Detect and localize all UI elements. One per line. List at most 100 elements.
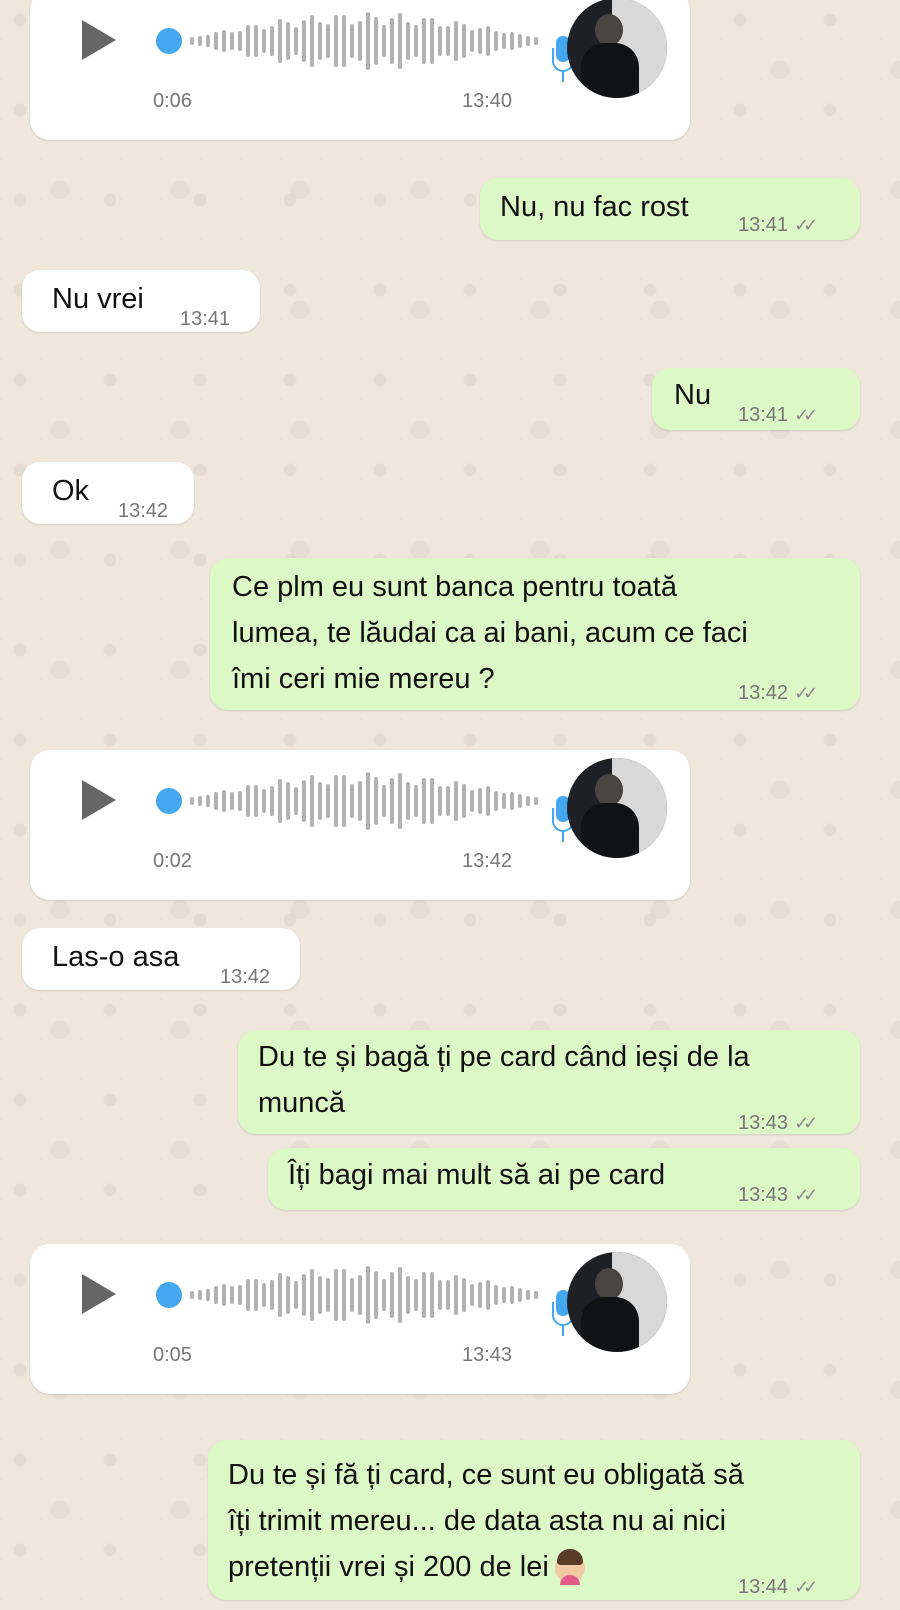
message-text: Îți bagi mai mult să ai pe card — [288, 1159, 666, 1191]
waveform-bar — [206, 1289, 210, 1301]
play-icon[interactable] — [82, 780, 116, 820]
message-meta: 13:41 — [180, 296, 230, 342]
message-time: 13:41 — [180, 308, 231, 330]
message-time: 13:43 — [462, 1344, 513, 1366]
voice-message[interactable]: 0:06 13:40 — [30, 0, 690, 140]
audio-waveform[interactable] — [190, 6, 550, 76]
waveform-bar — [222, 790, 226, 812]
audio-waveform[interactable] — [190, 1260, 550, 1330]
waveform-bar — [198, 795, 202, 807]
audio-waveform[interactable] — [190, 766, 550, 836]
waveform-bar — [430, 777, 434, 825]
waveform-bar — [238, 30, 242, 52]
playback-slider-handle[interactable] — [156, 28, 182, 54]
double-check-icon: ✓✓ — [794, 1113, 818, 1133]
voice-duration: 0:06 — [153, 90, 192, 112]
outgoing-message[interactable]: Nu 13:41 ✓✓ — [652, 368, 860, 430]
waveform-bar — [446, 1279, 450, 1311]
waveform-bar — [222, 30, 226, 52]
message-text: Nu, nu fac rost — [500, 191, 689, 223]
waveform-bar — [358, 20, 362, 62]
voice-message[interactable]: 0:05 13:43 — [30, 1244, 690, 1394]
message-text: Las-o asa — [52, 941, 180, 973]
waveform-bar — [534, 37, 538, 45]
outgoing-message[interactable]: Du te și fă ți card, ce sunt eu obligată… — [208, 1440, 860, 1600]
waveform-bar — [518, 1287, 522, 1303]
waveform-bar — [366, 1266, 370, 1324]
waveform-bar — [222, 1284, 226, 1306]
waveform-bar — [390, 18, 394, 64]
waveform-bar — [270, 785, 274, 817]
waveform-bar — [286, 1276, 290, 1314]
waveform-bar — [334, 14, 338, 68]
waveform-bar — [214, 792, 218, 810]
double-check-icon: ✓✓ — [794, 1185, 818, 1205]
waveform-bar — [438, 786, 442, 816]
waveform-bar — [398, 773, 402, 829]
waveform-bar — [254, 24, 258, 58]
message-time: 13:44 — [738, 1576, 789, 1598]
waveform-bar — [302, 779, 306, 823]
waveform-bar — [438, 26, 442, 56]
waveform-bar — [294, 786, 298, 816]
waveform-bar — [502, 33, 506, 49]
waveform-bar — [462, 1278, 466, 1312]
waveform-bar — [334, 1268, 338, 1322]
incoming-message[interactable]: Ok 13:42 — [22, 462, 194, 524]
message-text-line: îți trimit mereu... de data asta nu ai n… — [228, 1505, 727, 1537]
waveform-bar — [462, 784, 466, 818]
waveform-bar — [350, 23, 354, 59]
waveform-bar — [198, 1289, 202, 1301]
waveform-bar — [430, 1271, 434, 1319]
waveform-bar — [430, 17, 434, 65]
outgoing-message[interactable]: Ce plm eu sunt banca pentru toată lumea,… — [210, 558, 860, 710]
message-time: 13:40 — [462, 90, 513, 112]
waveform-bar — [270, 1279, 274, 1311]
waveform-bar — [278, 779, 282, 823]
waveform-bar — [326, 784, 330, 818]
waveform-bar — [318, 22, 322, 60]
waveform-bar — [526, 35, 530, 47]
waveform-bar — [526, 795, 530, 807]
waveform-bar — [294, 1280, 298, 1310]
waveform-bar — [382, 24, 386, 58]
waveform-bar — [510, 32, 514, 50]
outgoing-message[interactable]: Nu, nu fac rost 13:41 ✓✓ — [480, 178, 860, 240]
waveform-bar — [374, 1271, 378, 1319]
waveform-bar — [254, 1278, 258, 1312]
waveform-bar — [374, 17, 378, 65]
voice-message[interactable]: 0:02 13:42 — [30, 750, 690, 900]
message-meta: 13:43 ✓✓ — [738, 1172, 818, 1218]
waveform-bar — [230, 791, 234, 811]
outgoing-message[interactable]: Îți bagi mai mult să ai pe card 13:43 ✓✓ — [268, 1148, 860, 1210]
waveform-bar — [414, 1279, 418, 1311]
play-icon[interactable] — [82, 1274, 116, 1314]
waveform-bar — [534, 797, 538, 805]
waveform-bar — [382, 1278, 386, 1312]
playback-slider-handle[interactable] — [156, 788, 182, 814]
waveform-bar — [198, 35, 202, 47]
waveform-bar — [486, 1280, 490, 1310]
waveform-bar — [486, 26, 490, 56]
waveform-bar — [422, 17, 426, 65]
incoming-message[interactable]: Nu vrei 13:41 — [22, 270, 260, 332]
double-check-icon: ✓✓ — [794, 215, 818, 235]
incoming-message[interactable]: Las-o asa 13:42 — [22, 928, 300, 990]
sender-avatar — [567, 1252, 667, 1352]
playback-slider-handle[interactable] — [156, 1282, 182, 1308]
waveform-bar — [302, 1273, 306, 1317]
message-time: 13:43 — [738, 1112, 789, 1134]
play-icon[interactable] — [82, 20, 116, 60]
waveform-bar — [470, 790, 474, 812]
waveform-bar — [366, 12, 370, 70]
sender-avatar — [567, 0, 667, 98]
waveform-bar — [494, 1284, 498, 1306]
outgoing-message[interactable]: Du te și bagă ți pe card când ieși de la… — [238, 1030, 860, 1134]
message-text: Ok — [52, 475, 90, 507]
waveform-bar — [422, 777, 426, 825]
message-time: 13:41 — [738, 404, 789, 426]
waveform-bar — [406, 781, 410, 821]
waveform-bar — [518, 33, 522, 49]
waveform-bar — [510, 1286, 514, 1304]
double-check-icon: ✓✓ — [794, 1577, 818, 1597]
